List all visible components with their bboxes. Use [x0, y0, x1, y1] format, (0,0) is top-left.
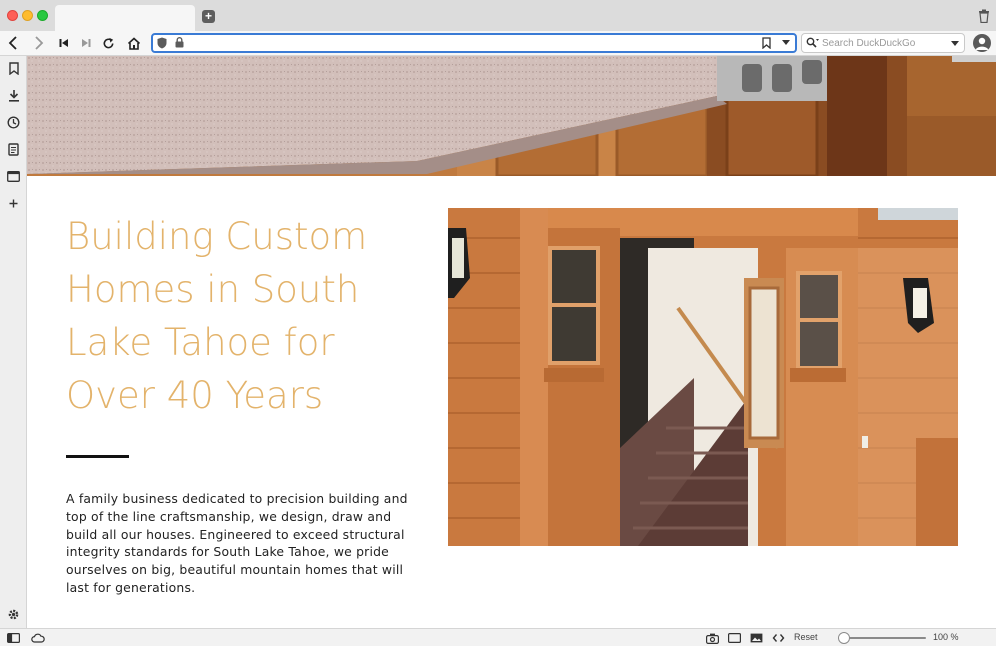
navigation-toolbar: Search DuckDuckGo [0, 31, 996, 56]
new-tab-button[interactable]: + [202, 10, 215, 23]
window-panel-icon[interactable] [6, 169, 21, 184]
panel-toggle-icon[interactable] [6, 632, 20, 644]
add-panel-icon[interactable] [6, 196, 21, 211]
side-panel [0, 56, 27, 628]
intro-paragraph: A family business dedicated to precision… [66, 491, 408, 595]
tab-active[interactable] [55, 5, 195, 31]
zoom-slider-track[interactable] [838, 637, 926, 639]
minimize-window-button[interactable] [22, 10, 33, 21]
bookmark-icon[interactable] [762, 37, 771, 49]
web-page: Building Custom Homes in South Lake Taho… [27, 56, 996, 628]
status-bar: Reset 100 % [0, 628, 996, 646]
chevron-down-icon[interactable] [782, 40, 790, 45]
search-placeholder: Search DuckDuckGo [822, 38, 916, 49]
trash-icon[interactable] [978, 9, 990, 23]
images-icon[interactable] [749, 632, 763, 644]
zoom-window-button[interactable] [37, 10, 48, 21]
shield-icon[interactable] [157, 37, 167, 49]
code-icon[interactable] [771, 632, 785, 644]
history-icon[interactable] [6, 115, 21, 130]
search-icon[interactable] [806, 37, 819, 49]
zoom-slider-thumb[interactable] [838, 632, 850, 644]
home-icon[interactable] [126, 35, 142, 51]
capture-icon[interactable] [705, 632, 719, 644]
rewind-icon[interactable] [56, 35, 72, 51]
downloads-icon[interactable] [6, 88, 21, 103]
forward-icon[interactable] [31, 35, 47, 51]
zoom-reset-button[interactable]: Reset [794, 632, 818, 642]
zoom-level: 100 % [933, 632, 959, 642]
tab-bar: + [0, 0, 996, 31]
profile-avatar-icon[interactable] [973, 34, 991, 52]
browser-window: + Search DuckDuckGo Building Custom Home… [0, 0, 996, 646]
entryway-photo [448, 208, 958, 546]
lock-icon [175, 37, 184, 48]
back-icon[interactable] [5, 35, 21, 51]
reload-icon[interactable] [100, 35, 116, 51]
fast-forward-icon[interactable] [78, 35, 94, 51]
page-headline: Building Custom Homes in South Lake Taho… [66, 215, 368, 417]
hero-kitchen-image [27, 56, 996, 176]
headline-divider [66, 455, 129, 458]
address-bar[interactable] [151, 33, 797, 53]
close-window-button[interactable] [7, 10, 18, 21]
notes-icon[interactable] [6, 142, 21, 157]
bookmarks-icon[interactable] [6, 61, 21, 76]
search-field[interactable]: Search DuckDuckGo [801, 33, 965, 53]
search-engine-dropdown-icon[interactable] [951, 41, 959, 46]
settings-icon[interactable] [6, 607, 21, 622]
tile-icon[interactable] [727, 632, 741, 644]
sync-cloud-icon[interactable] [31, 632, 45, 644]
